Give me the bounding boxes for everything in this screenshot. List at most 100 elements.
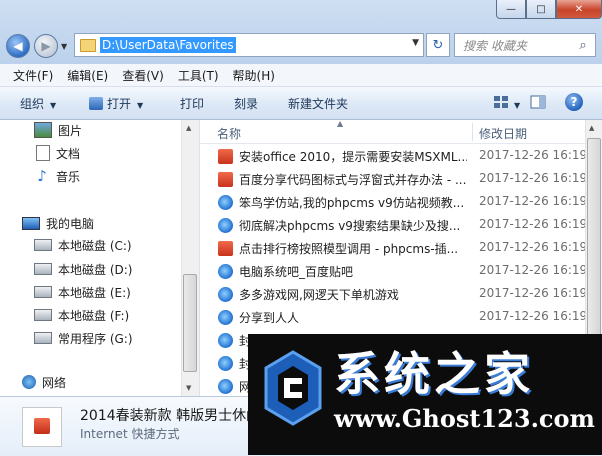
close-button[interactable]: ✕ [556,0,602,19]
nav-scrollbar-thumb[interactable] [183,274,197,372]
chevron-down-icon: ▼ [137,101,144,110]
burn-button[interactable]: 刻录 [234,95,258,112]
file-row[interactable]: 安装office 2010，提示需要安装MSXML... 2017-12-26 1… [200,146,588,166]
internet-shortcut-icon [218,333,233,348]
menu-view[interactable]: 查看(V) [115,67,171,84]
folder-icon [80,38,96,52]
nav-item-drive-d[interactable]: 本地磁盘 (D:) [34,259,132,279]
file-row[interactable]: 点击排行榜按照模型调用 - phpcms-插... 2017-12-26 16:1… [200,238,587,258]
menu-help[interactable]: 帮助(H) [226,67,282,84]
column-date-modified[interactable]: 修改日期 [479,125,527,142]
file-name: 笨鸟学仿站,我的phpcms v9仿站视频教... [239,196,465,210]
shortcut-thumbnail [22,407,62,447]
nav-item-drive-e[interactable]: 本地磁盘 (E:) [34,282,131,302]
internet-shortcut-icon [218,195,233,210]
menu-file[interactable]: 文件(F) [6,67,60,84]
nav-item-documents[interactable]: 文档 [34,143,80,163]
drive-icon [34,239,52,251]
nav-item-label: 本地磁盘 (E:) [58,285,131,300]
menu-edit[interactable]: 编辑(E) [60,67,115,84]
nav-item-pictures[interactable]: 图片 [34,120,82,140]
menu-bar: 文件(F) 编辑(E) 查看(V) 工具(T) 帮助(H) [0,64,602,87]
internet-shortcut-icon [218,264,233,279]
file-row[interactable]: 多多游戏网,网逻天下单机游戏 2017-12-26 16:19 [200,284,588,304]
column-divider[interactable] [472,123,473,141]
shortcut-icon [218,241,233,256]
print-button[interactable]: 打印 [180,95,204,112]
new-folder-button[interactable]: 新建文件夹 [288,95,348,112]
nav-item-label: 本地磁盘 (D:) [58,262,133,277]
address-bar[interactable]: D:\UserData\Favorites ▼ [74,33,424,57]
title-bar: — □ ✕ ◀ ▶ ▼ D:\UserData\Favorites ▼ ↻ 搜索… [0,0,602,64]
preview-pane-icon[interactable] [530,95,546,109]
column-name[interactable]: 名称 [217,125,241,142]
help-icon[interactable]: ? [565,93,583,111]
column-header: ▲ 名称 修改日期 [200,119,586,144]
chevron-down-icon: ▼ [50,101,57,110]
file-row[interactable]: 百度分享代码图标式与浮窗式并存办法 - ... 2017-12-26 16:19 [200,169,588,189]
maximize-button[interactable]: □ [526,0,556,19]
nav-item-label: 网络 [42,375,67,390]
file-date: 2017-12-26 16:19 [479,217,588,231]
shortcut-icon [218,172,233,187]
scroll-up-icon[interactable]: ▲ [186,124,191,132]
file-name: 分享到人人 [239,311,300,325]
network-icon [22,375,36,389]
internet-shortcut-icon [218,287,233,302]
scroll-up-icon[interactable]: ▲ [589,124,594,132]
file-name: 百度分享代码图标式与浮窗式并存办法 - ... [239,173,467,187]
watermark-url: www.Ghost123.com [334,404,595,433]
nav-item-drive-g[interactable]: 常用程序 (G:) [34,328,133,348]
computer-icon [22,216,40,230]
file-name: 点击排行榜按照模型调用 - phpcms-插... [239,242,459,256]
file-list-scrollbar-thumb[interactable] [587,138,601,344]
window-controls: — □ ✕ [496,0,602,20]
file-date: 2017-12-26 16:19 [479,309,588,323]
sort-ascending-icon: ▲ [337,119,344,128]
internet-shortcut-icon [218,356,233,371]
refresh-icon: ↻ [432,37,444,53]
address-path[interactable]: D:\UserData\Favorites [100,37,236,53]
chevron-down-icon[interactable]: ▼ [412,38,419,48]
file-row[interactable]: 电脑系统吧_百度贴吧 2017-12-26 16:19 [200,261,587,281]
selected-item-type: Internet 快捷方式 [80,427,180,441]
minimize-button[interactable]: — [496,0,526,19]
menu-tools[interactable]: 工具(T) [171,67,226,84]
drive-icon [34,286,52,298]
file-date: 2017-12-26 16:19 [479,171,588,185]
search-icon[interactable]: ⌕ [575,38,591,53]
file-row[interactable]: 笨鸟学仿站,我的phpcms v9仿站视频教... 2017-12-26 16:1… [200,192,587,212]
search-input[interactable]: 搜索 收藏夹 ⌕ [454,33,596,57]
file-name: 多多游戏网,网逻天下单机游戏 [239,288,399,302]
file-date: 2017-12-26 16:19 [479,148,588,162]
music-icon: ♪ [37,167,47,185]
command-bar: 组织 ▼ 打开 ▼ 打印 刻录 新建文件夹 ▼ ? [0,87,602,120]
nav-item-label: 音乐 [56,169,81,184]
refresh-button[interactable]: ↻ [426,33,450,57]
nav-item-computer[interactable]: 我的电脑 [22,213,94,233]
file-row[interactable]: 分享到人人 2017-12-26 16:19 [200,307,588,327]
arrow-left-icon: ◀ [13,39,23,53]
open-button[interactable]: 打开 ▼ [89,95,143,112]
watermark-banner: 系统之家 www.Ghost123.com [248,334,602,455]
internet-shortcut-icon [218,218,233,233]
nav-item-network[interactable]: 网络 [22,372,66,392]
nav-item-drive-c[interactable]: 本地磁盘 (C:) [34,235,132,255]
organize-button[interactable]: 组织 ▼ [20,95,56,112]
scroll-down-icon[interactable]: ▼ [186,384,191,392]
chevron-down-icon: ▼ [61,42,68,51]
recent-pages-dropdown[interactable]: ▼ [61,42,67,51]
chevron-down-icon[interactable]: ▼ [514,97,520,111]
file-row[interactable]: 彻底解决phpcms v9搜索结果缺少及搜... 2017-12-26 16:19 [200,215,588,235]
shortcut-icon [218,149,233,164]
forward-button[interactable]: ▶ [34,34,58,58]
nav-item-drive-f[interactable]: 本地磁盘 (F:) [34,305,129,325]
nav-item-label: 我的电脑 [46,216,95,231]
file-date: 2017-12-26 16:19 [479,286,588,300]
drive-icon [34,309,52,321]
view-options-icon[interactable] [493,95,509,109]
back-button[interactable]: ◀ [6,34,30,58]
open-label: 打开 [107,97,132,111]
nav-item-label: 文档 [56,146,81,161]
nav-item-music[interactable]: ♪ 音乐 [34,166,80,186]
